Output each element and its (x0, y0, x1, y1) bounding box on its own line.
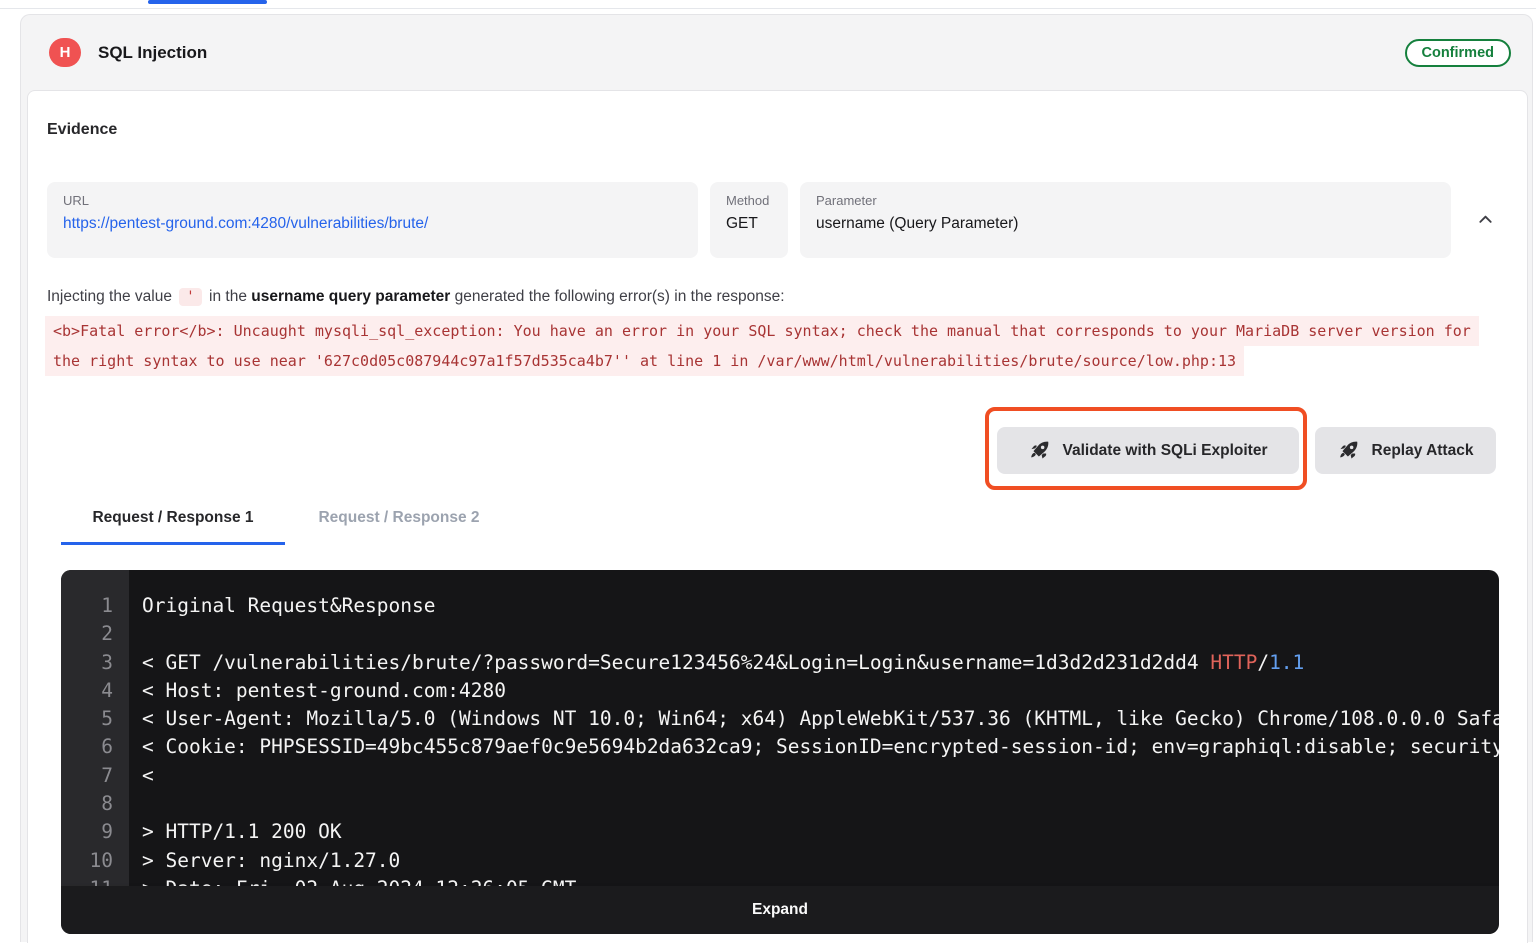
code-line-text: < Cookie: PHPSESSID=49bc455c879aef0c9e56… (129, 733, 1499, 761)
line-number: 10 (61, 847, 129, 875)
tab-request-response-2[interactable]: Request / Response 2 (310, 506, 488, 545)
tab-request-response-1[interactable]: Request / Response 1 (61, 506, 285, 545)
code-line: 3< GET /vulnerabilities/brute/?password=… (61, 649, 1499, 677)
evidence-section-title: Evidence (47, 121, 117, 139)
code-line: 8 (61, 790, 1499, 818)
code-line: 6< Cookie: PHPSESSID=49bc455c879aef0c9e5… (61, 733, 1499, 761)
injected-value-chip: ' (179, 288, 201, 306)
error-evidence-line: <b>Fatal error</b>: Uncaught mysqli_sql_… (45, 316, 1479, 346)
line-number: 6 (61, 733, 129, 761)
code-line: 9> HTTP/1.1 200 OK (61, 818, 1499, 846)
rocket-icon (1338, 440, 1359, 461)
code-line-text: < GET /vulnerabilities/brute/?password=S… (129, 649, 1304, 677)
line-number: 4 (61, 677, 129, 705)
finding-card: H SQL Injection Confirmed Evidence URL h… (20, 14, 1533, 942)
code-line-text: < (129, 762, 154, 790)
line-number: 7 (61, 762, 129, 790)
url-box: URL https://pentest-ground.com:4280/vuln… (47, 182, 698, 258)
code-line-text: > Server: nginx/1.27.0 (129, 847, 400, 875)
method-value: GET (726, 215, 772, 233)
method-label: Method (726, 193, 772, 208)
parameter-label: Parameter (816, 193, 1435, 208)
error-evidence-text: the right syntax to use near '627c0d05c0… (45, 346, 1244, 376)
url-value[interactable]: https://pentest-ground.com:4280/vulnerab… (63, 215, 682, 233)
code-line-text: < Host: pentest-ground.com:4280 (129, 677, 506, 705)
chevron-up-icon (1477, 211, 1494, 228)
finding-title: SQL Injection (98, 43, 207, 63)
evidence-panel: Evidence URL https://pentest-ground.com:… (27, 90, 1528, 943)
rocket-icon (1029, 440, 1050, 461)
code-lines: 1Original Request&Response23< GET /vulne… (61, 592, 1499, 903)
code-line: 4< Host: pentest-ground.com:4280 (61, 677, 1499, 705)
expand-button[interactable]: Expand (61, 886, 1499, 934)
line-number: 2 (61, 620, 129, 648)
code-line: 2 (61, 620, 1499, 648)
tab-bar-divider (0, 8, 1536, 9)
code-line-text: Original Request&Response (129, 592, 436, 620)
finding-header: H SQL Injection Confirmed (21, 15, 1532, 90)
request-response-tabs: Request / Response 1 Request / Response … (61, 506, 488, 545)
parameter-value: username (Query Parameter) (816, 215, 1435, 233)
code-line-text (129, 790, 142, 818)
validate-sqli-button[interactable]: Validate with SQLi Exploiter (997, 427, 1299, 474)
line-number: 3 (61, 649, 129, 677)
active-tab-indicator (148, 0, 267, 4)
validate-sqli-label: Validate with SQLi Exploiter (1063, 442, 1268, 460)
request-response-viewer: 1Original Request&Response23< GET /vulne… (61, 570, 1499, 934)
severity-badge: H (49, 38, 81, 67)
replay-attack-label: Replay Attack (1372, 442, 1474, 460)
code-line: 10> Server: nginx/1.27.0 (61, 847, 1499, 875)
replay-attack-button[interactable]: Replay Attack (1315, 427, 1496, 474)
code-line: 1Original Request&Response (61, 592, 1499, 620)
error-evidence-line: the right syntax to use near '627c0d05c0… (45, 346, 1244, 376)
error-evidence-text: <b>Fatal error</b>: Uncaught mysqli_sql_… (45, 316, 1479, 346)
code-line-text (129, 620, 142, 648)
description-prefix: Injecting the value (47, 288, 172, 305)
code-line-text: > HTTP/1.1 200 OK (129, 818, 342, 846)
expand-label: Expand (752, 901, 808, 919)
method-box: Method GET (710, 182, 788, 258)
collapse-evidence-button[interactable] (1471, 205, 1499, 233)
url-label: URL (63, 193, 682, 208)
line-number: 5 (61, 705, 129, 733)
parameter-box: Parameter username (Query Parameter) (800, 182, 1451, 258)
code-line: 7< (61, 762, 1499, 790)
code-line-text: < User-Agent: Mozilla/5.0 (Windows NT 10… (129, 705, 1499, 733)
injection-description: Injecting the value ' in the username qu… (47, 288, 785, 306)
description-middle: in the (209, 288, 247, 305)
description-suffix: generated the following error(s) in the … (455, 288, 785, 305)
description-parameter: username query parameter (251, 288, 450, 305)
line-number: 9 (61, 818, 129, 846)
line-number: 8 (61, 790, 129, 818)
line-number: 1 (61, 592, 129, 620)
status-badge: Confirmed (1405, 39, 1512, 67)
code-line: 5< User-Agent: Mozilla/5.0 (Windows NT 1… (61, 705, 1499, 733)
